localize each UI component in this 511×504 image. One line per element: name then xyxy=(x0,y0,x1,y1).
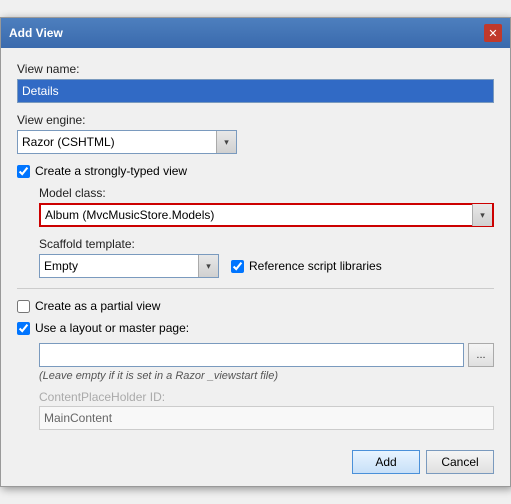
scaffold-template-select[interactable]: Empty ▾ xyxy=(39,254,219,278)
view-engine-group: View engine: Razor (CSHTML) ▾ xyxy=(17,113,494,154)
browse-button[interactable]: ... xyxy=(468,343,494,367)
title-bar-left: Add View xyxy=(9,26,63,40)
strongly-typed-checkbox[interactable] xyxy=(17,165,30,178)
scaffold-template-label: Scaffold template: xyxy=(39,237,494,251)
dialog-footer: Add Cancel xyxy=(1,442,510,486)
layout-input[interactable] xyxy=(39,343,464,367)
content-placeholder-input[interactable] xyxy=(39,406,494,430)
layout-input-row: ... xyxy=(39,343,494,367)
view-engine-select[interactable]: Razor (CSHTML) ▾ xyxy=(17,130,237,154)
layout-hint: (Leave empty if it is set in a Razor _vi… xyxy=(39,370,494,382)
scaffold-template-value: Empty xyxy=(40,257,198,275)
view-name-input[interactable] xyxy=(17,79,494,103)
view-name-group: View name: xyxy=(17,62,494,103)
reference-scripts-row: Reference script libraries xyxy=(231,259,382,273)
reference-scripts-label: Reference script libraries xyxy=(249,259,382,273)
model-class-select[interactable]: Album (MvcMusicStore.Models) ▾ xyxy=(39,203,494,227)
title-bar: Add View ✕ xyxy=(1,18,510,48)
dialog-title: Add View xyxy=(9,26,63,40)
strongly-typed-row: Create a strongly-typed view xyxy=(17,164,494,178)
model-class-group: Model class: Album (MvcMusicStore.Models… xyxy=(39,186,494,227)
content-placeholder-label: ContentPlaceHolder ID: xyxy=(39,390,494,404)
layout-label: Use a layout or master page: xyxy=(35,321,189,335)
partial-view-label: Create as a partial view xyxy=(35,299,160,313)
model-class-label: Model class: xyxy=(39,186,494,200)
partial-view-row: Create as a partial view xyxy=(17,299,494,313)
view-engine-value: Razor (CSHTML) xyxy=(18,133,216,151)
add-button[interactable]: Add xyxy=(352,450,420,474)
dialog-content: View name: View engine: Razor (CSHTML) ▾… xyxy=(1,48,510,442)
close-button[interactable]: ✕ xyxy=(484,24,502,42)
cancel-button[interactable]: Cancel xyxy=(426,450,494,474)
layout-section: ... (Leave empty if it is set in a Razor… xyxy=(39,343,494,430)
divider xyxy=(17,288,494,289)
reference-scripts-checkbox[interactable] xyxy=(231,260,244,273)
add-view-dialog: Add View ✕ View name: View engine: Razor… xyxy=(0,17,511,487)
layout-checkbox[interactable] xyxy=(17,322,30,335)
layout-row: Use a layout or master page: xyxy=(17,321,494,335)
view-name-label: View name: xyxy=(17,62,494,76)
model-class-section: Model class: Album (MvcMusicStore.Models… xyxy=(39,186,494,278)
model-class-value: Album (MvcMusicStore.Models) xyxy=(41,206,472,224)
view-engine-arrow[interactable]: ▾ xyxy=(216,131,236,153)
scaffold-row: Empty ▾ Reference script libraries xyxy=(39,254,494,278)
model-class-arrow[interactable]: ▾ xyxy=(472,204,492,226)
scaffold-arrow[interactable]: ▾ xyxy=(198,255,218,277)
view-engine-label: View engine: xyxy=(17,113,494,127)
scaffold-template-group: Scaffold template: Empty ▾ Reference scr… xyxy=(39,237,494,278)
strongly-typed-label: Create a strongly-typed view xyxy=(35,164,187,178)
partial-view-checkbox[interactable] xyxy=(17,300,30,313)
